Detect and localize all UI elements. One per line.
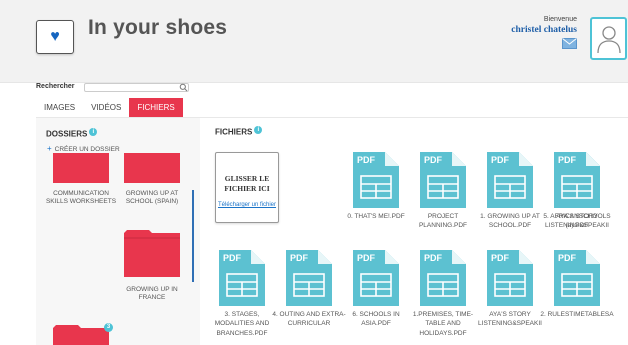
folder-icon xyxy=(124,230,180,277)
app-logo[interactable]: ♥ xyxy=(36,20,74,54)
dropzone-title: GLISSER LE FICHIER ICI xyxy=(224,174,270,193)
username-link[interactable]: christel chatelus xyxy=(511,25,577,35)
file-item[interactable]: PDF 3. STAGES, MODALITIES AND BRANCHES.PD… xyxy=(212,250,272,337)
pdf-file-icon: PDF xyxy=(487,152,533,208)
fichiers-heading: FICHIERS i xyxy=(215,126,263,137)
file-name: 3. STAGES, MODALITIES AND BRANCHES.PDF xyxy=(214,311,270,337)
tab-images[interactable]: IMAGES xyxy=(36,98,83,117)
folder-label: COMMUNICATION SKILLS WORKSHEETS xyxy=(45,190,117,206)
svg-text:PDF: PDF xyxy=(223,253,242,263)
pdf-file-icon: PDF xyxy=(219,250,265,306)
pdf-file-icon: PDF xyxy=(353,250,399,306)
svg-text:PDF: PDF xyxy=(491,253,510,263)
create-folder-label: CRÉER UN DOSSIER xyxy=(54,146,120,153)
folder-icon xyxy=(53,325,109,345)
pdf-file-icon: PDF xyxy=(286,250,332,306)
file-name: 5. AFRICANSCHOOLS (a).PDF xyxy=(543,213,611,230)
file-item[interactable]: PDF 4. OUTING AND EXTRA-CURRICULAR xyxy=(272,250,346,327)
file-item[interactable]: PDF AYA'S STORY LISTENING&SPEAKII xyxy=(478,250,542,327)
avatar[interactable] xyxy=(590,17,627,60)
folder-unnamed[interactable] xyxy=(53,325,109,345)
folder-growing-up-france[interactable] xyxy=(124,230,180,277)
folder-icon xyxy=(124,153,180,183)
create-folder-link[interactable]: + CRÉER UN DOSSIER xyxy=(47,144,120,153)
search-label: Rechercher xyxy=(36,83,75,90)
app-title: In your shoes xyxy=(88,16,228,39)
pdf-file-icon: PDF xyxy=(554,250,600,306)
search-icon[interactable] xyxy=(179,83,188,92)
svg-text:PDF: PDF xyxy=(558,253,577,263)
folder-label: GROWING UP IN FRANCE xyxy=(126,286,178,302)
dossiers-heading: DOSSIERS i xyxy=(46,128,98,139)
svg-text:PDF: PDF xyxy=(424,155,443,165)
file-item[interactable]: PDF 1. GROWING UP AT SCHOOL.PDF xyxy=(480,152,540,229)
dossiers-title: DOSSIERS xyxy=(46,129,88,139)
folder-label: GROWING UP AT SCHOOL (SPAIN) xyxy=(125,190,179,206)
info-icon[interactable]: i xyxy=(89,128,98,136)
file-item[interactable]: PDF 1.PREMISES, TIME-TABLE AND HOLIDAYS.P… xyxy=(413,250,473,337)
search-input[interactable] xyxy=(84,83,189,92)
file-name: 6. SCHOOLS IN ASIA.PDF xyxy=(352,311,400,328)
folder-icon xyxy=(53,153,109,183)
svg-text:PDF: PDF xyxy=(357,253,376,263)
svg-text:PDF: PDF xyxy=(424,253,443,263)
folders-scrollbar[interactable] xyxy=(192,190,194,282)
svg-text:PDF: PDF xyxy=(491,155,510,165)
tab-videos[interactable]: VIDÉOS xyxy=(83,98,129,117)
file-name: 4. OUTING AND EXTRA-CURRICULAR xyxy=(272,311,346,328)
pdf-file-icon: PDF xyxy=(554,152,600,208)
folder-count-badge: 3 xyxy=(104,323,113,332)
folder-communication-skills[interactable] xyxy=(53,153,109,183)
pdf-file-icon: PDF xyxy=(420,152,466,208)
file-item[interactable]: PDF 5. AFRICANSCHOOLS (a).PDF xyxy=(543,152,611,229)
file-item[interactable]: PDF 0. THAT'S ME!.PDF xyxy=(346,152,406,220)
file-name: AYA'S STORY LISTENING&SPEAKII xyxy=(478,311,542,328)
header-band xyxy=(0,0,628,82)
svg-text:PDF: PDF xyxy=(558,155,577,165)
pdf-file-icon: PDF xyxy=(487,250,533,306)
file-name: 2. RULESTIMETABLESA xyxy=(540,311,614,318)
tab-fichiers[interactable]: FICHIERS xyxy=(129,98,183,117)
pdf-file-icon: PDF xyxy=(420,250,466,306)
welcome-text: Bienvenue xyxy=(543,16,577,23)
file-name: 1.PREMISES, TIME-TABLE AND HOLIDAYS.PDF xyxy=(412,311,474,337)
heart-icon: ♥ xyxy=(50,28,60,45)
fichiers-title: FICHIERS xyxy=(215,127,253,137)
file-name: 1. GROWING UP AT SCHOOL.PDF xyxy=(480,213,540,230)
file-item[interactable]: PDF 2. RULESTIMETABLESA xyxy=(540,250,614,318)
file-name: PROJECT PLANNING.PDF xyxy=(418,213,468,230)
mail-icon[interactable] xyxy=(562,38,577,49)
info-icon[interactable]: i xyxy=(254,126,263,134)
upload-file-link[interactable]: Télécharger un fichier xyxy=(215,201,279,210)
svg-text:PDF: PDF xyxy=(290,253,309,263)
file-item[interactable]: PDF PROJECT PLANNING.PDF xyxy=(413,152,473,229)
pdf-file-icon: PDF xyxy=(353,152,399,208)
file-item[interactable]: PDF 6. SCHOOLS IN ASIA.PDF xyxy=(346,250,406,327)
file-name: 0. THAT'S ME!.PDF xyxy=(347,213,405,220)
folder-growing-up-spain[interactable] xyxy=(124,153,180,183)
svg-text:PDF: PDF xyxy=(357,155,376,165)
media-tabs: IMAGES VIDÉOS FICHIERS xyxy=(36,98,183,117)
plus-icon: + xyxy=(47,144,52,153)
user-avatar-icon xyxy=(596,25,621,53)
